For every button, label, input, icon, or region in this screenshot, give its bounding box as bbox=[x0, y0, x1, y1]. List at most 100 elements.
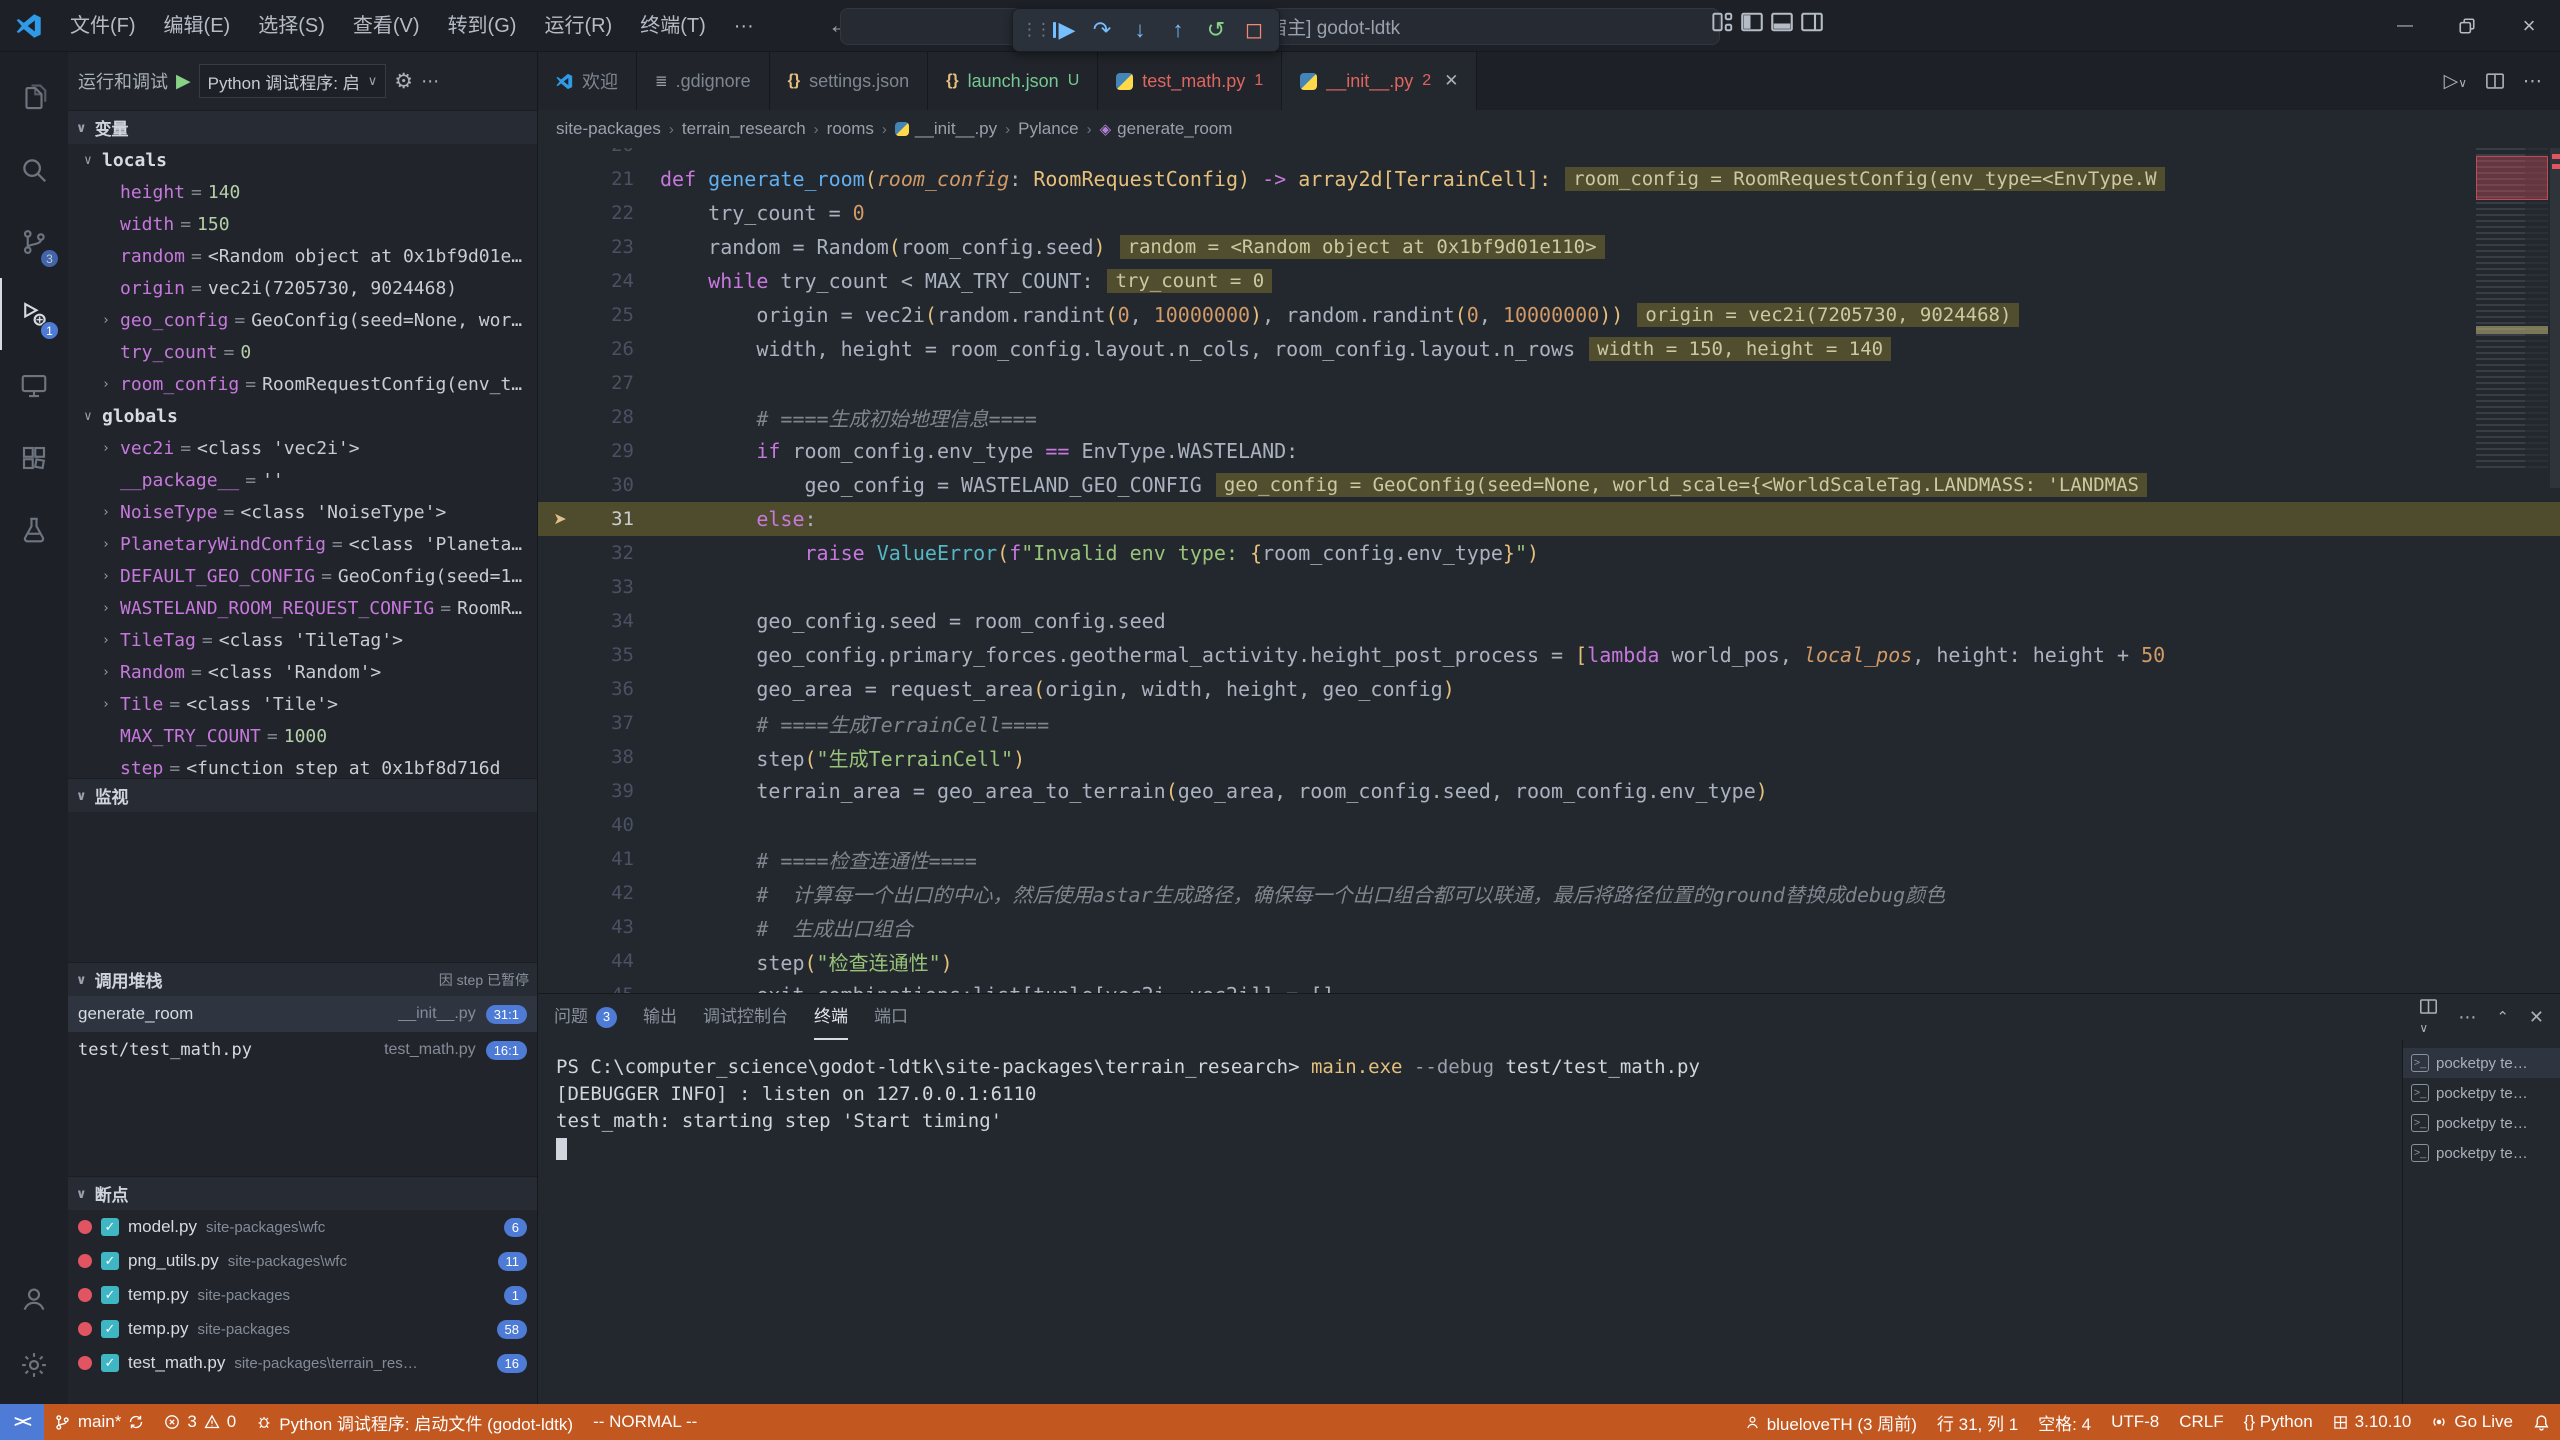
tab-launchjson[interactable]: {}launch.jsonU bbox=[928, 52, 1098, 110]
breadcrumb-item[interactable]: __init__.py bbox=[895, 119, 997, 139]
breakpoint-checkbox[interactable]: ✓ bbox=[101, 1354, 119, 1372]
variable-row[interactable]: origin=vec2i(7205730, 9024468) bbox=[68, 272, 537, 304]
close-window-button[interactable]: × bbox=[2498, 0, 2560, 52]
more-actions-icon[interactable]: ⋯ bbox=[2523, 70, 2542, 93]
menu-item-5[interactable]: 转到(G) bbox=[434, 15, 531, 37]
variable-row[interactable]: height=140 bbox=[68, 176, 537, 208]
breadcrumb-item[interactable]: terrain_research bbox=[682, 119, 806, 139]
terminal-instance[interactable]: >_pocketpy te… bbox=[2403, 1138, 2560, 1168]
gear-icon[interactable]: ⚙ bbox=[394, 69, 413, 94]
breakpoint-row[interactable]: ✓temp.pysite-packages1 bbox=[68, 1278, 537, 1312]
menu-item-8[interactable]: ··· bbox=[720, 15, 768, 37]
status-right-4[interactable]: UTF-8 bbox=[2101, 1404, 2169, 1440]
menu-item-1[interactable]: 文件(F) bbox=[56, 15, 150, 37]
explorer-icon[interactable] bbox=[0, 62, 68, 134]
variable-row[interactable]: step=<function step at 0x1bf8d716d bbox=[68, 752, 537, 778]
status-right-3[interactable]: 空格: 4 bbox=[2028, 1404, 2101, 1440]
tab-gdignore[interactable]: ≣.gdignore bbox=[637, 52, 770, 110]
terminal-instance[interactable]: >_pocketpy te… bbox=[2403, 1108, 2560, 1138]
maximize-panel-icon[interactable]: ⌃ bbox=[2496, 1008, 2509, 1026]
tab-initpy[interactable]: __init__.py2✕ bbox=[1282, 52, 1477, 110]
variable-row[interactable]: ›Random=<class 'Random'> bbox=[68, 656, 537, 688]
variable-row[interactable]: ›TileTag=<class 'TileTag'> bbox=[68, 624, 537, 656]
testing-icon[interactable] bbox=[0, 494, 68, 566]
extensions-icon[interactable] bbox=[0, 422, 68, 494]
breadcrumb-item[interactable]: site-packages bbox=[556, 119, 661, 139]
status-left-2[interactable]: main* bbox=[44, 1404, 154, 1440]
accounts-icon[interactable] bbox=[0, 1266, 68, 1332]
breakpoint-row[interactable]: ✓model.pysite-packages\wfc6 bbox=[68, 1210, 537, 1244]
customize-layout-icon[interactable] bbox=[1712, 11, 1734, 33]
variable-row[interactable]: ›geo_config=GeoConfig(seed=None, wor… bbox=[68, 304, 537, 336]
close-tab-icon[interactable]: ✕ bbox=[1444, 71, 1458, 91]
status-left-3[interactable]: 30 bbox=[154, 1404, 246, 1440]
step-out-button[interactable]: ↑ bbox=[1161, 13, 1195, 47]
panel-tab-输出[interactable]: 输出 bbox=[643, 994, 677, 1040]
variable-row[interactable]: ›PlanetaryWindConfig=<class 'Planeta… bbox=[68, 528, 537, 560]
status-right-7[interactable]: 3.10.10 bbox=[2323, 1404, 2422, 1440]
start-debug-icon[interactable]: ▶ bbox=[176, 70, 191, 93]
split-terminal-button[interactable]: ∨ bbox=[2419, 997, 2438, 1037]
restore-button[interactable] bbox=[2436, 0, 2498, 52]
callstack-frame[interactable]: test/test_math.pytest_math.py16:1 bbox=[68, 1032, 537, 1068]
menu-item-2[interactable]: 编辑(E) bbox=[150, 15, 245, 37]
panel-tab-端口[interactable]: 端口 bbox=[874, 994, 908, 1040]
variable-row[interactable]: ›NoiseType=<class 'NoiseType'> bbox=[68, 496, 537, 528]
editor-scrollbar[interactable] bbox=[2550, 148, 2560, 993]
continue-button[interactable]: ▶ bbox=[1047, 13, 1081, 47]
breakpoint-checkbox[interactable]: ✓ bbox=[101, 1286, 119, 1304]
breakpoint-row[interactable]: ✓temp.pysite-packages58 bbox=[68, 1312, 537, 1346]
status-left-1[interactable]: >< bbox=[0, 1404, 44, 1440]
watch-section-header[interactable]: ∨ 监视 bbox=[68, 778, 537, 812]
callstack-frame[interactable]: generate_room__init__.py31:1 bbox=[68, 996, 537, 1032]
menu-item-3[interactable]: 选择(S) bbox=[244, 15, 339, 37]
variable-row[interactable]: ›WASTELAND_ROOM_REQUEST_CONFIG=RoomR… bbox=[68, 592, 537, 624]
toggle-secondary-sidebar-icon[interactable] bbox=[1800, 10, 1824, 34]
variables-section-header[interactable]: ∨ 变量 bbox=[68, 110, 537, 144]
panel-tab-调试控制台[interactable]: 调试控制台 bbox=[703, 994, 788, 1040]
variable-row[interactable]: width=150 bbox=[68, 208, 537, 240]
tab-settingsjson[interactable]: {}settings.json bbox=[770, 52, 929, 110]
variable-row[interactable]: ›DEFAULT_GEO_CONFIG=GeoConfig(seed=1… bbox=[68, 560, 537, 592]
tab-testmathpy[interactable]: test_math.py1 bbox=[1098, 52, 1282, 110]
panel-tab-问题[interactable]: 问题3 bbox=[554, 994, 617, 1040]
debug-config-select[interactable]: Python 调试程序: 启 ∨ bbox=[199, 64, 387, 98]
step-into-button[interactable]: ↓ bbox=[1123, 13, 1157, 47]
breakpoints-section-header[interactable]: ∨ 断点 bbox=[68, 1176, 537, 1210]
code-editor[interactable]: 2021def generate_room(room_config: RoomR… bbox=[538, 148, 2560, 993]
source-control-icon[interactable]: 3 bbox=[0, 206, 68, 278]
more-actions-icon[interactable]: ⋯ bbox=[421, 71, 439, 92]
search-icon[interactable] bbox=[0, 134, 68, 206]
menu-item-6[interactable]: 运行(R) bbox=[530, 15, 626, 37]
step-over-button[interactable]: ↷ bbox=[1085, 13, 1119, 47]
variable-row[interactable]: try_count=0 bbox=[68, 336, 537, 368]
breakpoint-row[interactable]: ✓png_utils.pysite-packages\wfc11 bbox=[68, 1244, 537, 1278]
command-center[interactable]: [扩展开发宿主] godot-ldtk bbox=[840, 8, 1720, 45]
split-editor-button[interactable] bbox=[2485, 71, 2505, 91]
drag-handle-icon[interactable]: ⋮⋮ bbox=[1021, 20, 1043, 40]
remote-explorer-icon[interactable] bbox=[0, 350, 68, 422]
tab-[interactable]: 欢迎 bbox=[538, 52, 637, 110]
status-right-5[interactable]: CRLF bbox=[2169, 1404, 2233, 1440]
close-panel-icon[interactable]: ✕ bbox=[2529, 1007, 2544, 1028]
variable-row[interactable]: random=<Random object at 0x1bf9d01e… bbox=[68, 240, 537, 272]
variable-row[interactable]: MAX_TRY_COUNT=1000 bbox=[68, 720, 537, 752]
menu-item-4[interactable]: 查看(V) bbox=[339, 15, 434, 37]
variable-row[interactable]: ›vec2i=<class 'vec2i'> bbox=[68, 432, 537, 464]
toggle-panel-icon[interactable] bbox=[1770, 10, 1794, 34]
run-python-file-button[interactable]: ▷∨ bbox=[2444, 70, 2467, 93]
status-right-9[interactable] bbox=[2523, 1404, 2560, 1440]
run-and-debug-icon[interactable]: 1 bbox=[0, 278, 68, 350]
panel-tab-终端[interactable]: 终端 bbox=[814, 994, 848, 1040]
more-actions-icon[interactable]: ⋯ bbox=[2458, 1007, 2476, 1028]
status-left-5[interactable]: -- NORMAL -- bbox=[583, 1404, 707, 1440]
breakpoint-checkbox[interactable]: ✓ bbox=[101, 1320, 119, 1338]
breakpoint-checkbox[interactable]: ✓ bbox=[101, 1218, 119, 1236]
status-right-1[interactable]: blueloveTH (3 周前) bbox=[1735, 1404, 1927, 1440]
breakpoint-checkbox[interactable]: ✓ bbox=[101, 1252, 119, 1270]
stop-button[interactable]: ◻ bbox=[1237, 13, 1271, 47]
status-right-2[interactable]: 行 31, 列 1 bbox=[1927, 1404, 2028, 1440]
minimize-button[interactable]: — bbox=[2374, 0, 2436, 52]
status-left-4[interactable]: Python 调试程序: 启动文件 (godot-ldtk) bbox=[246, 1404, 583, 1440]
breadcrumb-item[interactable]: ◈generate_room bbox=[1100, 119, 1233, 139]
